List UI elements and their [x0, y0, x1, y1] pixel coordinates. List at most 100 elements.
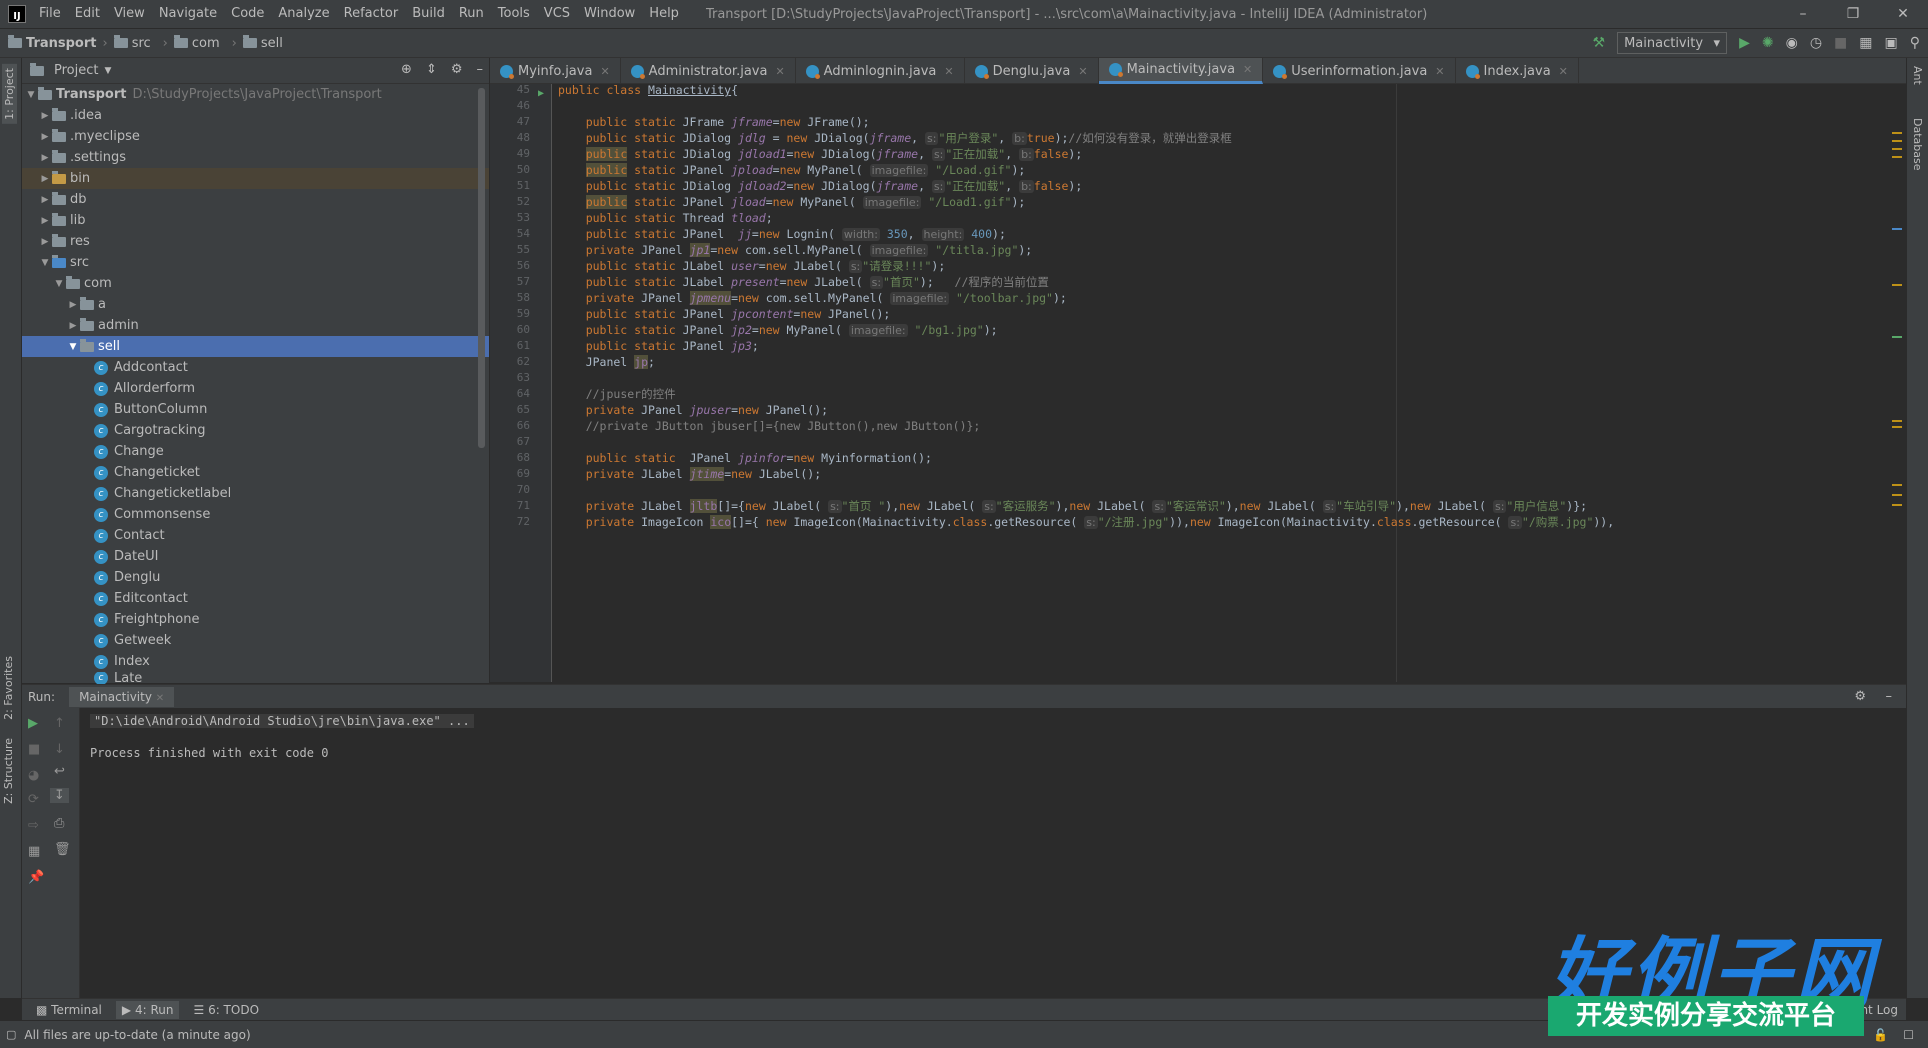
- menu-navigate[interactable]: Navigate: [152, 0, 224, 28]
- status-layout-icon[interactable]: ▢: [6, 1028, 16, 1041]
- favorites-tool-tab[interactable]: 2: Favorites: [2, 656, 15, 720]
- locate-icon[interactable]: ⊕: [401, 62, 412, 77]
- scroll-to-end-icon[interactable]: ↧: [50, 788, 69, 803]
- menu-view[interactable]: View: [107, 0, 152, 28]
- tree-item-settings[interactable]: ▶ .settings: [22, 147, 489, 168]
- error-stripe-marker[interactable]: [1892, 156, 1902, 158]
- gear-icon[interactable]: ⚙: [451, 62, 463, 77]
- collapse-all-icon[interactable]: ⇕: [426, 62, 437, 77]
- project-scrollbar[interactable]: [478, 88, 485, 448]
- menu-refactor[interactable]: Refactor: [337, 0, 406, 28]
- tree-class-item[interactable]: c Late: [22, 672, 489, 684]
- notification-icon[interactable]: ☐: [1903, 1028, 1914, 1042]
- tree-class-item[interactable]: c ButtonColumn: [22, 399, 489, 420]
- menu-file[interactable]: File: [32, 0, 68, 28]
- error-stripe-marker[interactable]: [1892, 484, 1902, 486]
- menu-help[interactable]: Help: [642, 0, 686, 28]
- rerun-icon[interactable]: ▶: [28, 716, 38, 731]
- error-stripe-marker[interactable]: [1892, 148, 1902, 150]
- soft-wrap-icon[interactable]: ↩: [54, 764, 65, 779]
- tree-item-myeclipse[interactable]: ▶ .myeclipse: [22, 126, 489, 147]
- error-stripe-marker[interactable]: [1892, 504, 1902, 506]
- tab-denglu[interactable]: Denglu.java ✕: [965, 58, 1099, 84]
- menu-tools[interactable]: Tools: [491, 0, 537, 28]
- todo-tool-tab[interactable]: ☰ 6: TODO: [193, 1003, 259, 1017]
- stop-icon[interactable]: ■: [28, 742, 40, 757]
- error-stripe-marker[interactable]: [1892, 284, 1902, 286]
- minimize-icon[interactable]: –: [1778, 0, 1828, 28]
- structure-tool-tab[interactable]: Z: Structure: [2, 738, 15, 804]
- run-tab-mainactivity[interactable]: Mainactivity ✕: [69, 686, 175, 707]
- tree-item-bin[interactable]: ▶ bin: [22, 168, 489, 189]
- gear-icon[interactable]: ⚙: [1854, 689, 1866, 704]
- up-arrow-icon[interactable]: ↑: [54, 716, 65, 731]
- tree-class-item[interactable]: c Addcontact: [22, 357, 489, 378]
- pin-icon[interactable]: 📌: [28, 870, 44, 885]
- tree-item-com[interactable]: ▼ com: [22, 273, 489, 294]
- error-stripe-marker[interactable]: [1892, 132, 1902, 134]
- tree-class-item[interactable]: c Index: [22, 651, 489, 672]
- run-gutter-icon[interactable]: ▶: [538, 84, 544, 104]
- tree-item-admin[interactable]: ▶ admin: [22, 315, 489, 336]
- run-icon[interactable]: ▶: [1739, 35, 1750, 51]
- down-arrow-icon[interactable]: ↓: [54, 742, 65, 757]
- breadcrumb-item[interactable]: Transport: [8, 35, 96, 51]
- tree-item-idea[interactable]: ▶ .idea: [22, 105, 489, 126]
- close-icon[interactable]: ✕: [156, 693, 164, 704]
- tree-class-item[interactable]: c Getweek: [22, 630, 489, 651]
- breadcrumb-item[interactable]: sell: [242, 35, 289, 51]
- close-icon[interactable]: ✕: [1559, 65, 1568, 78]
- tree-class-item[interactable]: c Denglu: [22, 567, 489, 588]
- close-icon[interactable]: ✕: [1435, 65, 1444, 78]
- stop-icon[interactable]: ■: [1834, 35, 1847, 51]
- print-icon[interactable]: ⎙: [54, 816, 64, 831]
- lock-icon[interactable]: 🔓: [1873, 1028, 1888, 1042]
- menu-analyze[interactable]: Analyze: [271, 0, 336, 28]
- debug-icon[interactable]: ✺: [1762, 35, 1774, 51]
- error-stripe-marker[interactable]: [1892, 228, 1902, 230]
- run-configuration-select[interactable]: Mainactivity ▾: [1617, 32, 1728, 54]
- tree-class-item[interactable]: c Allorderform: [22, 378, 489, 399]
- menu-edit[interactable]: Edit: [68, 0, 107, 28]
- breadcrumb-item[interactable]: com: [173, 35, 226, 51]
- tree-class-item[interactable]: c Editcontact: [22, 588, 489, 609]
- refresh-icon[interactable]: ⟳: [28, 792, 39, 807]
- tree-item-lib[interactable]: ▶ lib: [22, 210, 489, 231]
- tree-item-a[interactable]: ▶ a: [22, 294, 489, 315]
- error-stripe-marker[interactable]: [1892, 336, 1902, 338]
- tree-class-item[interactable]: c Contact: [22, 525, 489, 546]
- tree-class-item[interactable]: c DateUI: [22, 546, 489, 567]
- error-stripe-marker[interactable]: [1892, 140, 1902, 142]
- menu-vcs[interactable]: VCS: [537, 0, 577, 28]
- close-icon[interactable]: ✕: [1078, 65, 1087, 78]
- breadcrumb-item[interactable]: src: [113, 35, 157, 51]
- exit-icon[interactable]: ⇨: [28, 818, 39, 833]
- close-icon[interactable]: ✕: [775, 65, 784, 78]
- close-icon[interactable]: ✕: [1878, 0, 1928, 28]
- tree-class-item[interactable]: c Changeticket: [22, 462, 489, 483]
- trash-icon[interactable]: 🗑: [54, 842, 71, 857]
- tab-myinfo[interactable]: Myinfo.java ✕: [490, 58, 621, 84]
- profile-icon[interactable]: ◷: [1810, 35, 1822, 51]
- terminal-tool-tab[interactable]: ▩ Terminal: [36, 1003, 102, 1017]
- project-tool-tab[interactable]: 1: Project: [2, 64, 17, 124]
- chevron-down-icon[interactable]: ▼: [104, 66, 111, 76]
- error-stripe-marker[interactable]: [1892, 420, 1902, 422]
- run-tool-tab[interactable]: ▶ 4: Run: [115, 1000, 180, 1019]
- layout-icon[interactable]: ▣: [1885, 35, 1898, 51]
- camera-icon[interactable]: ◕: [28, 768, 39, 783]
- hide-icon[interactable]: –: [1886, 689, 1893, 704]
- ant-tool-tab[interactable]: Ant: [1911, 66, 1924, 85]
- tree-item-src[interactable]: ▼ src: [22, 252, 489, 273]
- database-tool-tab[interactable]: Database: [1911, 118, 1924, 171]
- error-stripe-marker[interactable]: [1892, 426, 1902, 428]
- menu-window[interactable]: Window: [577, 0, 642, 28]
- tree-class-item[interactable]: c Freightphone: [22, 609, 489, 630]
- build-hammer-icon[interactable]: ⚒: [1593, 35, 1606, 51]
- tab-administrator[interactable]: Administrator.java ✕: [621, 58, 796, 84]
- hide-icon[interactable]: –: [477, 62, 484, 77]
- coverage-icon[interactable]: ◉: [1786, 35, 1798, 51]
- tree-class-item[interactable]: c Commonsense: [22, 504, 489, 525]
- tab-adminlognin[interactable]: Adminlognin.java ✕: [796, 58, 965, 84]
- menu-run[interactable]: Run: [452, 0, 491, 28]
